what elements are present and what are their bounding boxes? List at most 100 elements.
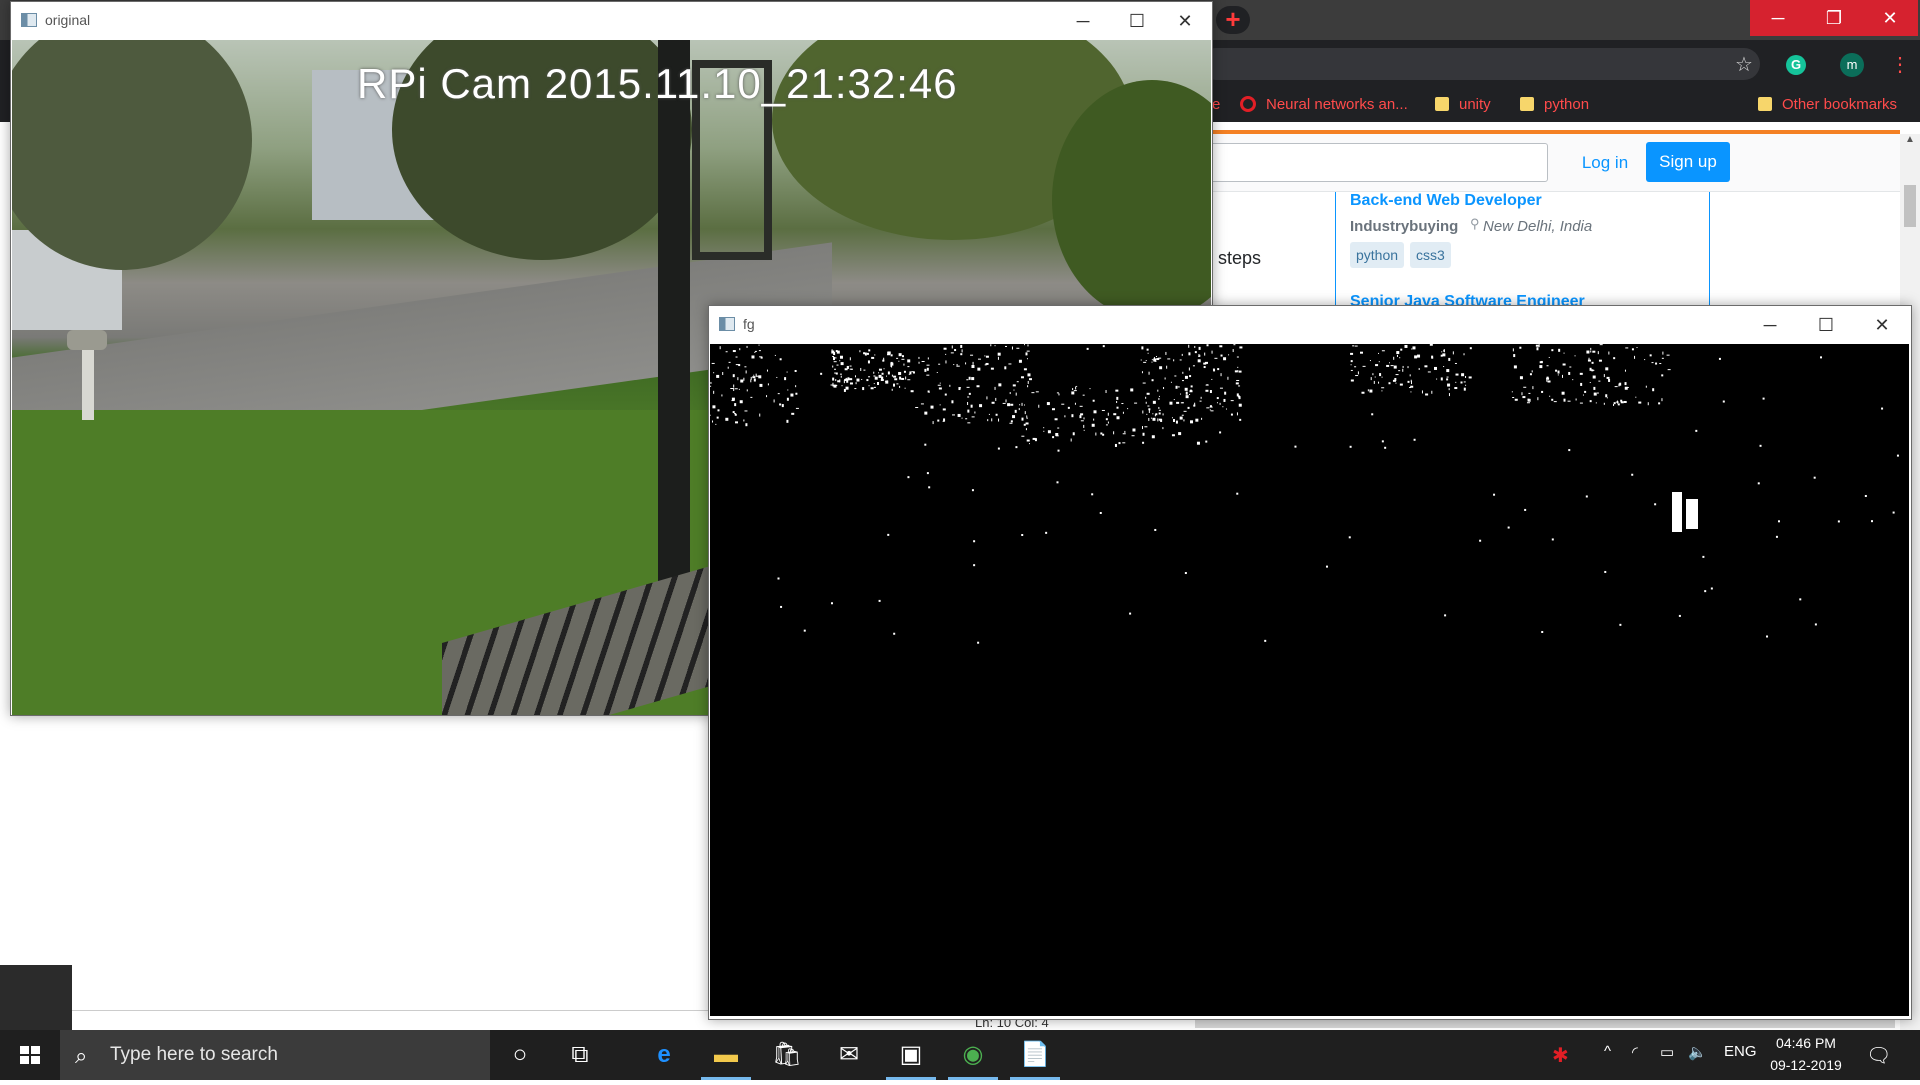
noise-speck (1121, 403, 1124, 405)
noise-speck (1529, 398, 1531, 402)
signup-button[interactable]: Sign up (1646, 142, 1730, 182)
store-icon[interactable]: 🛍 (757, 1030, 817, 1080)
noise-speck (711, 362, 715, 364)
noise-speck (1606, 397, 1608, 399)
noise-speck (1192, 365, 1195, 367)
chrome-restore-button[interactable]: ❐ (1806, 0, 1862, 36)
profile-avatar[interactable]: m (1840, 53, 1864, 77)
noise-speck (1181, 353, 1183, 356)
noise-speck (846, 379, 849, 383)
task-view-icon[interactable]: ⧉ (550, 1030, 610, 1080)
noise-speck (899, 376, 902, 380)
noise-speck (1236, 412, 1238, 416)
scrollbar-thumb[interactable] (1904, 185, 1916, 227)
noise-speck (1512, 396, 1515, 398)
noise-speck (927, 357, 929, 360)
noise-speck (878, 374, 882, 378)
noise-speck (1372, 373, 1374, 376)
noise-speck (887, 371, 890, 375)
fg-window[interactable]: fg ─ ☐ ✕ (708, 305, 1912, 1020)
close-button[interactable]: ✕ (1859, 310, 1905, 340)
minimize-button[interactable]: ─ (1060, 6, 1106, 36)
noise-speck (1025, 422, 1029, 425)
noise-speck (717, 409, 720, 412)
noise-speck (1608, 378, 1611, 382)
close-button[interactable]: ✕ (1162, 6, 1208, 36)
grammarly-extension-icon[interactable]: G (1786, 55, 1806, 75)
so-search-input[interactable] (1210, 143, 1548, 182)
noise-speck (1396, 351, 1400, 355)
noise-speck (973, 564, 976, 567)
folder-icon (1758, 97, 1772, 111)
chrome-close-button[interactable]: ✕ (1862, 0, 1918, 36)
tag-python[interactable]: python (1350, 242, 1405, 268)
bookmark-neural-networks[interactable]: Neural networks an... (1240, 95, 1408, 115)
noise-speck (1185, 391, 1188, 395)
noise-speck (1623, 400, 1627, 403)
show-hidden-icons-icon[interactable]: ^ (1604, 1043, 1611, 1060)
chrome-menu-icon[interactable]: ⋮ (1890, 52, 1910, 77)
maximize-button[interactable]: ☐ (1114, 6, 1160, 36)
horizontal-scrollbar[interactable] (1195, 1020, 1895, 1028)
noise-speck (1222, 406, 1224, 408)
volume-icon[interactable]: 🔈 (1688, 1043, 1707, 1061)
app-icon[interactable]: ▣ (881, 1030, 941, 1080)
noise-speck (1590, 347, 1592, 350)
noise-speck (1141, 371, 1143, 374)
mail-icon[interactable]: ✉ (819, 1030, 879, 1080)
noise-speck (1662, 351, 1664, 355)
python-file-icon[interactable]: 📄 (1005, 1030, 1065, 1080)
network-icon[interactable]: ◜ (1632, 1043, 1638, 1061)
noise-speck (998, 383, 1002, 387)
maximize-button[interactable]: ☐ (1803, 310, 1849, 340)
noise-speck (728, 361, 731, 363)
noise-speck (1592, 375, 1596, 379)
action-center-icon[interactable]: 🗨 (1866, 1043, 1891, 1068)
noise-speck (886, 375, 888, 377)
noise-speck (754, 350, 757, 352)
battery-icon[interactable]: ▭ (1660, 1043, 1674, 1061)
noise-speck (1004, 345, 1007, 347)
noise-speck (1460, 381, 1463, 384)
clock-time[interactable]: 04:46 PM (1776, 1035, 1836, 1051)
bookmark-other[interactable]: Other bookmarks (1758, 95, 1897, 115)
noise-speck (1593, 392, 1597, 396)
scroll-up-arrow-icon[interactable]: ▲ (1900, 134, 1920, 148)
original-titlebar[interactable]: original ─ ☐ ✕ (11, 2, 1212, 39)
language-indicator[interactable]: ENG (1724, 1043, 1757, 1060)
noise-speck (1177, 386, 1180, 388)
bookmark-star-icon[interactable]: ☆ (1735, 52, 1753, 77)
noise-speck (1143, 361, 1147, 363)
noise-speck (1569, 366, 1572, 368)
chrome-icon[interactable]: ◉ (943, 1030, 1003, 1080)
address-bar[interactable] (1200, 48, 1760, 80)
noise-speck (1369, 389, 1373, 393)
clock-date[interactable]: 09-12-2019 (1766, 1057, 1846, 1073)
new-tab-button[interactable]: + (1216, 6, 1250, 34)
bookmark-python[interactable]: python (1520, 95, 1589, 115)
minimize-button[interactable]: ─ (1747, 310, 1793, 340)
cortana-icon[interactable]: ○ (490, 1030, 550, 1080)
chrome-minimize-button[interactable]: ─ (1750, 0, 1806, 36)
antivirus-tray-icon[interactable]: ✱ (1552, 1043, 1569, 1068)
bookmark-truncated[interactable]: e (1212, 95, 1220, 115)
noise-speck (1579, 372, 1583, 375)
login-button[interactable]: Log in (1570, 148, 1640, 178)
noise-speck (965, 418, 968, 420)
tag-css3[interactable]: css3 (1410, 242, 1451, 268)
edge-icon[interactable]: e (634, 1030, 694, 1080)
noise-speck (1350, 352, 1354, 355)
noise-speck (1118, 442, 1121, 445)
start-button[interactable] (0, 1030, 60, 1080)
bookmark-unity[interactable]: unity (1435, 95, 1491, 115)
noise-speck (1178, 432, 1182, 436)
noise-speck (998, 418, 1000, 422)
noise-speck (954, 349, 957, 352)
noise-speck (1562, 374, 1564, 378)
noise-speck (1421, 390, 1423, 394)
fg-titlebar[interactable]: fg ─ ☐ ✕ (709, 306, 1911, 343)
job-title-link[interactable]: Back-end Web Developer (1350, 192, 1542, 210)
file-explorer-icon[interactable]: ▬ (696, 1030, 756, 1080)
noise-speck (1378, 381, 1380, 384)
noise-speck (1183, 410, 1187, 412)
